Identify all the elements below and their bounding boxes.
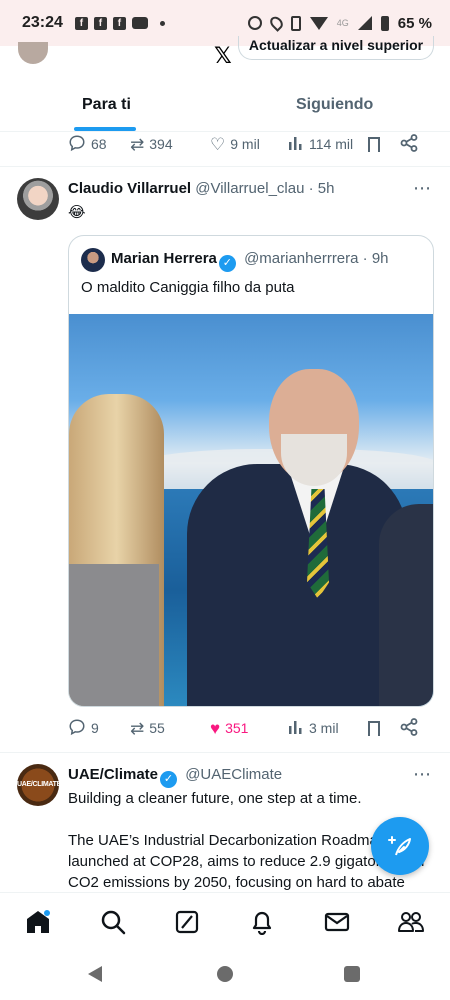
tweet-divider — [0, 166, 450, 167]
reply-icon — [68, 134, 86, 155]
share-icon[interactable] — [400, 717, 418, 739]
author-name[interactable]: Claudio Villarruel — [68, 180, 191, 197]
facebook-icon: f — [112, 16, 126, 30]
recent-apps-icon[interactable] — [344, 966, 360, 982]
like-count: 351 — [225, 720, 249, 736]
home-icon[interactable] — [25, 909, 51, 935]
retweet-icon: ⇄ — [130, 718, 145, 738]
like-button[interactable]: ♥ 351 — [210, 720, 288, 737]
status-time: 23:24 — [22, 14, 63, 31]
quoted-tweet-time: · 9h — [362, 250, 389, 267]
tweet-time: · 5h — [308, 180, 335, 197]
app-header: 𝕏 Actualizar a nivel superior — [0, 36, 450, 70]
retweet-button[interactable]: ⇄ 55 — [130, 720, 210, 737]
search-icon[interactable] — [100, 909, 126, 935]
tweet-header: UAE/Climate ✓ @UAEClimate — [68, 766, 282, 788]
tweet-text: 😂 — [68, 204, 86, 221]
youtube-icon — [131, 17, 148, 29]
tab-for-you[interactable]: Para ti — [82, 96, 131, 114]
notification-icons: f f f — [74, 16, 165, 30]
more-options-icon[interactable]: ⋯ — [413, 764, 432, 785]
tweet-text-line: Building a cleaner future, one step at a… — [68, 790, 362, 807]
system-indicators: 4G 65 % — [247, 14, 432, 32]
battery-icon — [380, 15, 389, 31]
quoted-author-handle: @marianherrrera — [244, 250, 359, 267]
bottom-navigation — [0, 892, 450, 950]
communities-icon[interactable] — [398, 909, 424, 935]
views-icon — [288, 719, 304, 738]
reply-button[interactable]: 9 — [68, 718, 130, 739]
bookmark-icon[interactable] — [368, 720, 380, 736]
retweet-count: 55 — [149, 720, 165, 736]
quoted-tweet-header: Marian Herrera ✓ @marianherrrera · 9h — [111, 250, 389, 272]
quoted-tweet-video[interactable] — [69, 314, 433, 706]
home-circle-icon[interactable] — [217, 966, 233, 982]
timeline-tabs: Para ti Siguiendo — [0, 70, 450, 132]
compose-button[interactable] — [371, 817, 429, 875]
signal-icon — [357, 16, 372, 30]
reply-icon — [68, 718, 86, 739]
vibrate-icon — [290, 15, 301, 31]
reply-count: 9 — [91, 720, 99, 736]
like-count: 9 mil — [230, 136, 260, 152]
alarm-icon — [247, 16, 262, 30]
tab-following[interactable]: Siguiendo — [296, 96, 373, 114]
x-logo-icon: 𝕏 — [214, 43, 232, 68]
profile-avatar[interactable] — [18, 42, 48, 64]
views-icon — [288, 135, 304, 154]
messages-icon[interactable] — [324, 909, 350, 935]
more-options-icon[interactable]: ⋯ — [413, 178, 432, 199]
author-name[interactable]: UAE/Climate — [68, 766, 158, 783]
grok-icon[interactable] — [174, 909, 200, 935]
media-person-suit — [187, 464, 407, 706]
views-button[interactable]: 114 mil — [288, 135, 368, 154]
previous-tweet-actions: 68 ⇄ 394 ♡ 9 mil 114 mil — [68, 132, 434, 156]
quoted-tweet-text: O maldito Caniggia filho da puta — [81, 279, 295, 296]
back-icon[interactable] — [88, 966, 102, 982]
retweet-button[interactable]: ⇄ 394 — [130, 136, 210, 153]
author-avatar[interactable] — [17, 178, 59, 220]
tweet-header: Claudio Villarruel @Villarruel_clau · 5h — [68, 180, 334, 197]
author-avatar[interactable]: UAE/CLIMATE — [17, 764, 59, 806]
quoted-author-name: Marian Herrera — [111, 250, 217, 267]
like-button[interactable]: ♡ 9 mil — [210, 136, 288, 153]
heart-icon: ♡ — [210, 134, 226, 154]
reply-button[interactable]: 68 — [68, 134, 130, 155]
views-count: 3 mil — [309, 720, 339, 736]
views-count: 114 mil — [309, 136, 354, 152]
battery-level: 65 % — [397, 14, 432, 32]
verified-badge-icon: ✓ — [160, 771, 178, 788]
author-handle[interactable]: @Villarruel_clau — [195, 180, 304, 197]
quoted-tweet[interactable]: Marian Herrera ✓ @marianherrrera · 9h O m… — [68, 235, 434, 707]
tweet-actions: 9 ⇄ 55 ♥ 351 3 mil — [68, 716, 434, 740]
system-navigation-bar — [0, 950, 450, 1000]
facebook-icon: f — [74, 16, 88, 30]
verified-badge-icon: ✓ — [218, 255, 236, 272]
author-handle[interactable]: @UAEClimate — [185, 766, 282, 783]
heart-filled-icon: ♥ — [210, 718, 221, 738]
network-type: 4G — [336, 18, 349, 28]
share-icon[interactable] — [400, 133, 418, 155]
location-icon — [267, 14, 286, 32]
quoted-author-avatar — [81, 248, 105, 272]
notifications-icon[interactable] — [249, 909, 275, 936]
wifi-icon — [309, 16, 328, 30]
retweet-count: 394 — [149, 136, 173, 152]
active-tab-indicator — [74, 127, 136, 131]
more-notifications-icon — [159, 20, 165, 26]
media-person-right — [379, 504, 433, 706]
facebook-icon: f — [93, 16, 107, 30]
media-person-left-jacket — [69, 564, 159, 706]
upgrade-button[interactable]: Actualizar a nivel superior — [238, 36, 434, 60]
bookmark-icon[interactable] — [368, 136, 380, 152]
retweet-icon: ⇄ — [130, 134, 145, 154]
tweet-divider — [0, 752, 450, 753]
reply-count: 68 — [91, 136, 107, 152]
views-button[interactable]: 3 mil — [288, 719, 368, 738]
feather-plus-icon — [388, 836, 411, 856]
